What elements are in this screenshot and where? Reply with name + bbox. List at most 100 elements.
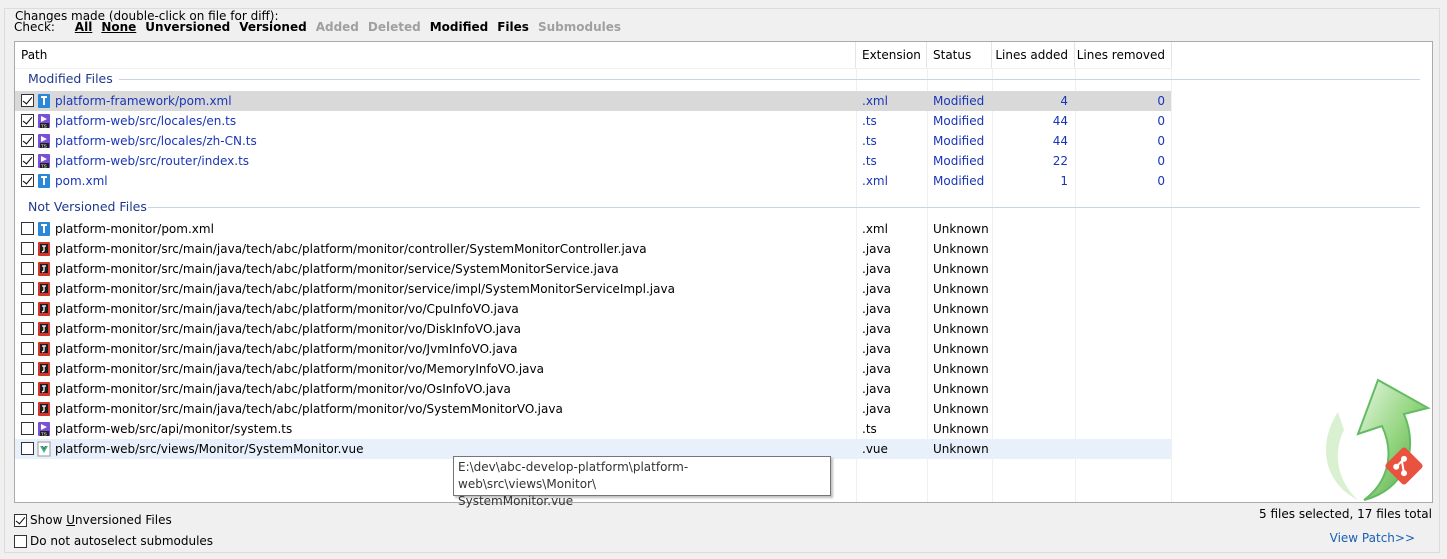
check-versioned-link[interactable]: Versioned — [239, 20, 306, 34]
file-path: platform-web/src/api/monitor/system.ts — [55, 422, 293, 436]
file-extension: .java — [862, 282, 891, 296]
file-path: platform-monitor/src/main/java/tech/abc/… — [55, 362, 544, 376]
file-extension: .ts — [862, 114, 877, 128]
file-checkbox[interactable] — [21, 302, 34, 315]
file-row[interactable]: platform-monitor/src/main/java/tech/abc/… — [15, 279, 1171, 299]
lines-added: 1 — [1060, 174, 1068, 188]
file-path: platform-monitor/src/main/java/tech/abc/… — [55, 402, 563, 416]
ts-file-icon: TS — [37, 133, 51, 149]
check-bar: Check: All None Unversioned Versioned Added D… — [14, 20, 639, 34]
vue-file-icon — [37, 441, 51, 457]
file-extension: .java — [862, 342, 891, 356]
file-row[interactable]: platform-framework/pom.xml .xml Modified 4 0 — [15, 91, 1171, 111]
file-row[interactable]: platform-monitor/src/main/java/tech/abc/… — [15, 319, 1171, 339]
file-row[interactable]: platform-monitor/src/main/java/tech/abc/… — [15, 299, 1171, 319]
check-none-link[interactable]: None — [101, 20, 136, 34]
svg-text:TS: TS — [41, 432, 47, 437]
file-checkbox[interactable] — [21, 174, 34, 187]
file-status: Unknown — [933, 442, 989, 456]
file-checkbox[interactable] — [21, 382, 34, 395]
file-checkbox[interactable] — [21, 222, 34, 235]
column-extension[interactable]: Extension — [856, 42, 927, 68]
file-checkbox[interactable] — [21, 282, 34, 295]
file-list[interactable]: Path Extension Status Lines added Lines … — [14, 41, 1433, 503]
ts-file-icon: TS — [37, 153, 51, 169]
file-path: platform-web/src/locales/zh-CN.ts — [55, 134, 257, 148]
java-file-icon — [37, 361, 51, 377]
file-status: Unknown — [933, 222, 989, 236]
file-status: Unknown — [933, 282, 989, 296]
file-status: Modified — [933, 134, 985, 148]
file-checkbox[interactable] — [21, 422, 34, 435]
file-status: Unknown — [933, 322, 989, 336]
file-row[interactable]: pom.xml .xml Modified 1 0 — [15, 171, 1171, 191]
group-rule — [119, 79, 1420, 80]
file-extension: .java — [862, 242, 891, 256]
file-checkbox[interactable] — [21, 342, 34, 355]
lines-removed: 0 — [1157, 114, 1165, 128]
file-row[interactable]: platform-monitor/src/main/java/tech/abc/… — [15, 399, 1171, 419]
file-row[interactable]: TS platform-web/src/router/index.ts .ts Mod… — [15, 151, 1171, 171]
column-lines-added[interactable]: Lines added — [992, 42, 1075, 68]
xml-file-icon — [37, 93, 51, 109]
file-status: Unknown — [933, 342, 989, 356]
file-checkbox[interactable] — [21, 242, 34, 255]
file-checkbox[interactable] — [21, 402, 34, 415]
column-lines-removed[interactable]: Lines removed — [1075, 42, 1172, 68]
file-path: platform-monitor/src/main/java/tech/abc/… — [55, 322, 521, 336]
tooltip-line: SystemMonitor.vue — [458, 494, 574, 508]
file-path: platform-monitor/src/main/java/tech/abc/… — [55, 242, 647, 256]
file-checkbox[interactable] — [21, 362, 34, 375]
no-autoselect-label: Do not autoselect submodules — [30, 534, 214, 548]
check-unversioned-link[interactable]: Unversioned — [145, 20, 230, 34]
java-file-icon — [37, 241, 51, 257]
file-checkbox[interactable] — [21, 442, 34, 455]
lines-added: 44 — [1052, 114, 1068, 128]
file-row[interactable]: platform-monitor/pom.xml .xml Unknown — [15, 219, 1171, 239]
check-all-link[interactable]: All — [75, 20, 93, 34]
checkbox-box[interactable] — [14, 535, 27, 548]
file-extension: .java — [862, 302, 891, 316]
file-status: Modified — [933, 94, 985, 108]
file-row[interactable]: TS platform-web/src/locales/en.ts .ts Modif… — [15, 111, 1171, 131]
file-extension: .xml — [862, 174, 888, 188]
file-checkbox[interactable] — [21, 94, 34, 107]
file-row[interactable]: platform-monitor/src/main/java/tech/abc/… — [15, 259, 1171, 279]
view-patch-link[interactable]: View Patch>> — [1330, 531, 1415, 545]
file-checkbox[interactable] — [21, 262, 34, 275]
file-path: platform-monitor/src/main/java/tech/abc/… — [55, 382, 511, 396]
file-path: platform-web/src/locales/en.ts — [55, 114, 237, 128]
check-added-link: Added — [315, 20, 359, 34]
file-row[interactable]: TS platform-web/src/locales/zh-CN.ts .ts Mo… — [15, 131, 1171, 151]
file-checkbox[interactable] — [21, 114, 34, 127]
file-row[interactable]: platform-monitor/src/main/java/tech/abc/… — [15, 379, 1171, 399]
file-path: platform-monitor/src/main/java/tech/abc/… — [55, 262, 619, 276]
java-file-icon — [37, 321, 51, 337]
file-checkbox[interactable] — [21, 134, 34, 147]
file-extension: .xml — [862, 94, 888, 108]
group-header-modified[interactable]: Modified Files — [28, 70, 113, 88]
check-modified-link[interactable]: Modified — [430, 20, 489, 34]
file-path: platform-web/src/views/Monitor/SystemMon… — [55, 442, 364, 456]
file-row[interactable]: platform-monitor/src/main/java/tech/abc/… — [15, 359, 1171, 379]
file-path: platform-framework/pom.xml — [55, 94, 232, 108]
file-checkbox[interactable] — [21, 154, 34, 167]
group-header-not-versioned[interactable]: Not Versioned Files — [28, 198, 147, 216]
file-extension: .java — [862, 322, 891, 336]
java-file-icon — [37, 341, 51, 357]
check-files-link[interactable]: Files — [497, 20, 529, 34]
tooltip-line: E:\dev\abc-develop-platform\platform-web… — [458, 460, 689, 491]
file-row[interactable]: platform-monitor/src/main/java/tech/abc/… — [15, 239, 1171, 259]
xml-file-icon — [37, 173, 51, 189]
column-path[interactable]: Path — [15, 42, 856, 68]
file-path: platform-monitor/src/main/java/tech/abc/… — [55, 342, 518, 356]
file-status: Unknown — [933, 262, 989, 276]
file-row[interactable]: TS platform-web/src/api/monitor/system.ts… — [15, 419, 1171, 439]
svg-text:TS: TS — [41, 144, 47, 149]
checkbox-box[interactable] — [14, 514, 27, 527]
file-checkbox[interactable] — [21, 322, 34, 335]
svg-text:TS: TS — [41, 164, 47, 169]
column-status[interactable]: Status — [927, 42, 992, 68]
file-row[interactable]: platform-monitor/src/main/java/tech/abc/… — [15, 339, 1171, 359]
file-path: platform-monitor/pom.xml — [55, 222, 214, 236]
